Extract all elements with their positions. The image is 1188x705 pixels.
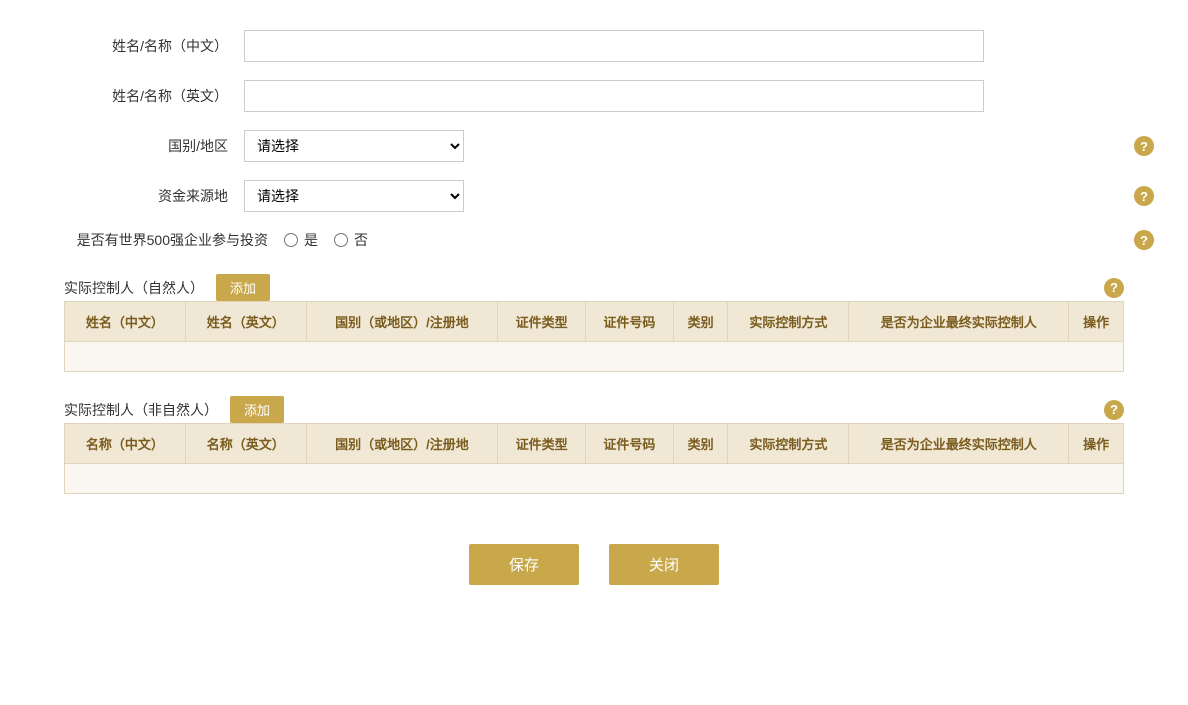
natural-person-col-country: 国别（或地区）/注册地 [306, 302, 498, 342]
fortune500-no-label: 否 [354, 230, 368, 250]
non-natural-person-table: 名称（中文） 名称（英文） 国别（或地区）/注册地 证件类型 证件号码 类别 实… [64, 423, 1124, 494]
non-natural-person-table-header-row: 名称（中文） 名称（英文） 国别（或地区）/注册地 证件类型 证件号码 类别 实… [65, 424, 1124, 464]
natural-person-header: 实际控制人（自然人） 添加 ? [64, 274, 1124, 301]
natural-person-table: 姓名（中文） 姓名（英文） 国别（或地区）/注册地 证件类型 证件号码 类别 实… [64, 301, 1124, 372]
non-natural-person-col-cert-type: 证件类型 [498, 424, 586, 464]
natural-person-help-icon[interactable]: ? [1104, 278, 1124, 298]
fortune500-help-icon[interactable]: ? [1134, 230, 1154, 250]
fortune500-yes-label: 是 [304, 230, 318, 250]
natural-person-col-cert-type: 证件类型 [498, 302, 586, 342]
natural-person-title: 实际控制人（自然人） [64, 278, 204, 298]
name-en-label: 姓名/名称（英文） [64, 86, 244, 106]
name-en-row: 姓名/名称（英文） [64, 80, 1124, 112]
fortune500-radio-group: 是 否 [284, 230, 368, 250]
bottom-buttons: 保存 关闭 [64, 544, 1124, 585]
country-label: 国别/地区 [64, 136, 244, 156]
fortune500-label: 是否有世界500强企业参与投资 [64, 230, 284, 250]
non-natural-person-help-icon[interactable]: ? [1104, 400, 1124, 420]
non-natural-person-col-name-en: 名称（英文） [185, 424, 306, 464]
non-natural-person-section: 实际控制人（非自然人） 添加 ? 名称（中文） 名称（英文） 国别（或地区）/注… [64, 396, 1124, 494]
non-natural-person-col-name-cn: 名称（中文） [65, 424, 186, 464]
name-cn-label: 姓名/名称（中文） [64, 36, 244, 56]
fortune500-yes-radio[interactable] [284, 233, 298, 247]
non-natural-person-title: 实际控制人（非自然人） [64, 400, 218, 420]
natural-person-empty-row [65, 342, 1124, 372]
non-natural-person-header: 实际控制人（非自然人） 添加 ? [64, 396, 1124, 423]
natural-person-col-name-en: 姓名（英文） [185, 302, 306, 342]
country-select[interactable]: 请选择 [244, 130, 464, 162]
natural-person-table-header-row: 姓名（中文） 姓名（英文） 国别（或地区）/注册地 证件类型 证件号码 类别 实… [65, 302, 1124, 342]
non-natural-person-empty-row [65, 464, 1124, 494]
natural-person-section: 实际控制人（自然人） 添加 ? 姓名（中文） 姓名（英文） 国别（或地区）/注册… [64, 274, 1124, 372]
fortune500-no-radio[interactable] [334, 233, 348, 247]
natural-person-col-ultimate-controller: 是否为企业最终实际控制人 [849, 302, 1069, 342]
non-natural-person-col-cert-no: 证件号码 [585, 424, 673, 464]
fund-source-select[interactable]: 请选择 [244, 180, 464, 212]
fortune500-no-option[interactable]: 否 [334, 230, 368, 250]
non-natural-person-col-ultimate-controller: 是否为企业最终实际控制人 [849, 424, 1069, 464]
non-natural-person-col-country: 国别（或地区）/注册地 [306, 424, 498, 464]
non-natural-person-col-operation: 操作 [1069, 424, 1124, 464]
non-natural-person-col-category: 类别 [673, 424, 728, 464]
fund-source-label: 资金来源地 [64, 186, 244, 206]
fortune500-row: 是否有世界500强企业参与投资 是 否 ? [64, 230, 1124, 250]
natural-person-col-cert-no: 证件号码 [585, 302, 673, 342]
name-cn-row: 姓名/名称（中文） [64, 30, 1124, 62]
country-row: 国别/地区 请选择 ? [64, 130, 1124, 162]
close-button[interactable]: 关闭 [609, 544, 719, 585]
non-natural-person-col-control-method: 实际控制方式 [728, 424, 849, 464]
natural-person-col-name-cn: 姓名（中文） [65, 302, 186, 342]
fund-source-row: 资金来源地 请选择 ? [64, 180, 1124, 212]
fund-help-icon[interactable]: ? [1134, 186, 1154, 206]
natural-person-col-operation: 操作 [1069, 302, 1124, 342]
name-cn-input[interactable] [244, 30, 984, 62]
natural-person-col-category: 类别 [673, 302, 728, 342]
non-natural-person-add-button[interactable]: 添加 [230, 396, 284, 423]
save-button[interactable]: 保存 [469, 544, 579, 585]
name-en-input[interactable] [244, 80, 984, 112]
country-help-icon[interactable]: ? [1134, 136, 1154, 156]
natural-person-col-control-method: 实际控制方式 [728, 302, 849, 342]
fortune500-yes-option[interactable]: 是 [284, 230, 318, 250]
natural-person-add-button[interactable]: 添加 [216, 274, 270, 301]
form-section: 姓名/名称（中文） 姓名/名称（英文） 国别/地区 请选择 ? 资金来源地 请选… [64, 30, 1124, 585]
